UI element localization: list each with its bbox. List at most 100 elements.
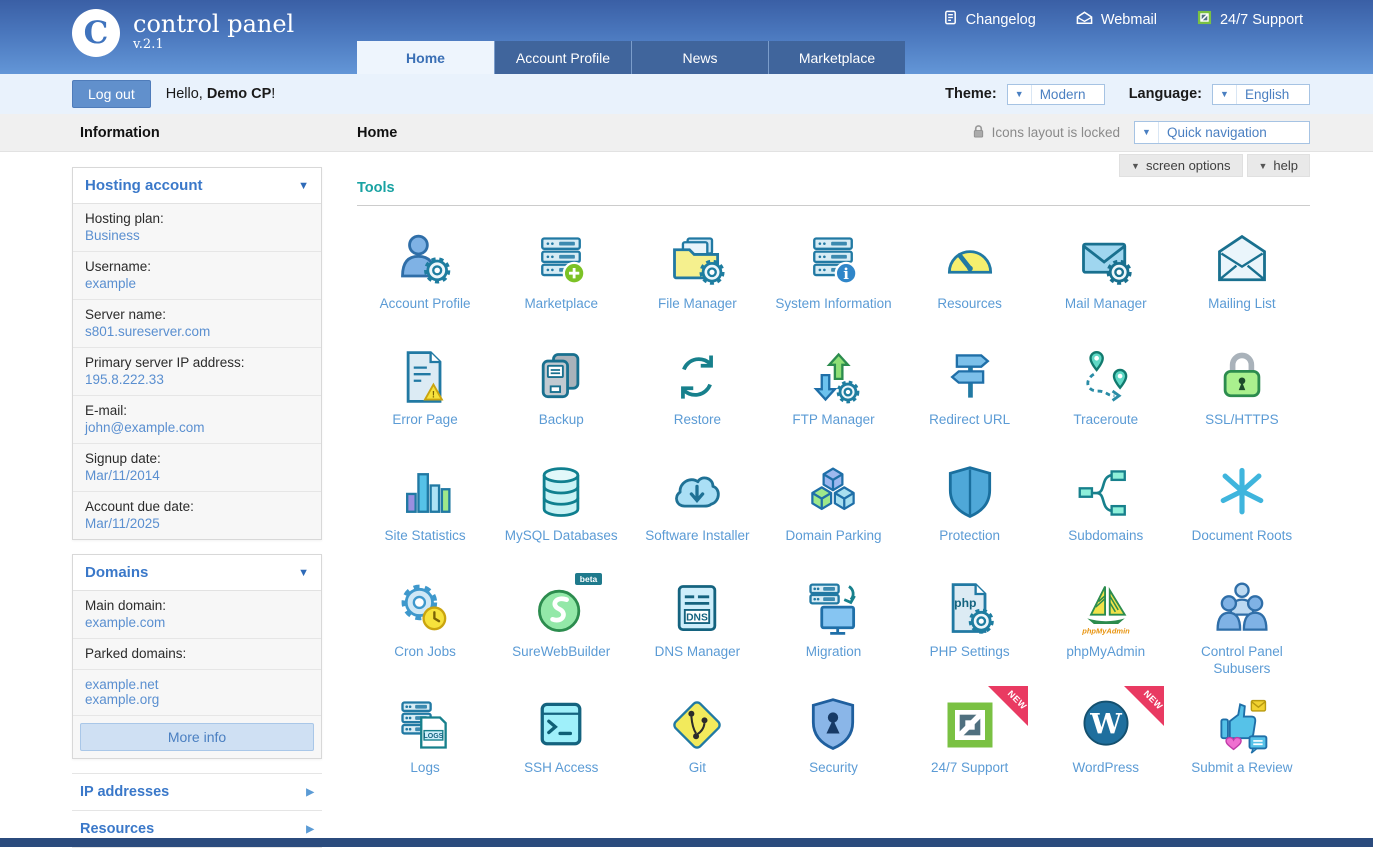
screen-options-button[interactable]: ▼ screen options [1119, 154, 1242, 177]
greeting-suffix: ! [271, 86, 275, 102]
tool-marketplace[interactable]: Marketplace [493, 222, 629, 338]
tool-label: PHP Settings [902, 644, 1038, 661]
logout-button[interactable]: Log out [72, 80, 151, 108]
tool-ssh-access[interactable]: SSH Access [493, 686, 629, 802]
marketplace-icon [529, 228, 593, 294]
field-value: example.net example.org [85, 677, 309, 707]
beta-badge: beta [575, 573, 602, 585]
php-settings-icon: php [938, 576, 1002, 642]
tool-file-manager[interactable]: File Manager [629, 222, 765, 338]
tool-label: Subdomains [1038, 528, 1174, 545]
tool-logs[interactable]: LOGSLogs [357, 686, 493, 802]
tool-cron-jobs[interactable]: Cron Jobs [357, 570, 493, 686]
sidebar-item-ip-addresses[interactable]: IP addresses▶ [72, 773, 322, 811]
tool-subdomains[interactable]: Subdomains [1038, 454, 1174, 570]
tool-label: Submit a Review [1174, 760, 1310, 777]
quick-navigation-value: Quick navigation [1159, 122, 1309, 143]
tool-backup[interactable]: Backup [493, 338, 629, 454]
tool-document-roots[interactable]: Document Roots [1174, 454, 1310, 570]
tool-label: Mail Manager [1038, 296, 1174, 313]
page-title: Home [357, 125, 397, 141]
field-label: Parked domains: [85, 646, 309, 661]
screen-options-label: screen options [1146, 158, 1231, 173]
logo[interactable]: C control panel v.2.1 [72, 9, 294, 57]
tool-migration[interactable]: Migration [765, 570, 901, 686]
tool-error-page[interactable]: !Error Page [357, 338, 493, 454]
tool-domain-parking[interactable]: Domain Parking [765, 454, 901, 570]
tool-resources[interactable]: Resources [902, 222, 1038, 338]
header-link-label: 24/7 Support [1220, 12, 1303, 28]
field-label: Account due date: [85, 499, 309, 514]
icons-locked-text: Icons layout is locked [992, 125, 1120, 140]
tool-mysql-databases[interactable]: MySQL Databases [493, 454, 629, 570]
tool-submit-a-review[interactable]: Submit a Review [1174, 686, 1310, 802]
tool-label: DNS Manager [629, 644, 765, 661]
tool-software-installer[interactable]: Software Installer [629, 454, 765, 570]
tab-account-profile[interactable]: Account Profile [494, 41, 631, 74]
theme-dropdown[interactable]: ▼ Modern [1007, 84, 1105, 105]
tool-ssl-https[interactable]: SSL/HTTPS [1174, 338, 1310, 454]
tool-label: SureWebBuilder [493, 644, 629, 661]
tool-php-settings[interactable]: php PHP Settings [902, 570, 1038, 686]
tool-redirect-url[interactable]: Redirect URL [902, 338, 1038, 454]
tool-security[interactable]: Security [765, 686, 901, 802]
tool-surewebbuilder[interactable]: beta SureWebBuilder [493, 570, 629, 686]
security-icon [801, 692, 865, 758]
tool-mail-manager[interactable]: Mail Manager [1038, 222, 1174, 338]
tool-dns-manager[interactable]: DNSDNS Manager [629, 570, 765, 686]
tool-account-profile[interactable]: Account Profile [357, 222, 493, 338]
logo-text: control panel v.2.1 [133, 9, 294, 52]
header-link-label: Webmail [1101, 12, 1157, 28]
header-link-webmail[interactable]: Webmail [1076, 11, 1157, 29]
tab-home[interactable]: Home [357, 41, 494, 74]
tool-site-statistics[interactable]: Site Statistics [357, 454, 493, 570]
header-link-24-7-support[interactable]: 24/7 Support [1197, 10, 1303, 29]
tool-system-information[interactable]: iSystem Information [765, 222, 901, 338]
tool-24-7-support[interactable]: NEW24/7 Support [902, 686, 1038, 802]
field-value: Mar/11/2025 [85, 516, 309, 531]
panel-header-domains[interactable]: Domains ▼ [73, 555, 321, 591]
panel-header-hosting-account[interactable]: Hosting account▼ [73, 168, 321, 204]
tool-git[interactable]: Git [629, 686, 765, 802]
tool-control-panel-subusers[interactable]: Control Panel Subusers [1174, 570, 1310, 686]
tool-ftp-manager[interactable]: FTP Manager [765, 338, 901, 454]
file-manager-icon [665, 228, 729, 294]
language-dropdown[interactable]: ▼ English [1212, 84, 1310, 105]
tool-label: Traceroute [1038, 412, 1174, 429]
help-button[interactable]: ▼ help [1247, 154, 1311, 177]
more-info-button[interactable]: More info [80, 723, 314, 751]
tool-protection[interactable]: Protection [902, 454, 1038, 570]
field-value: example.com [85, 615, 309, 630]
tool-label: FTP Manager [765, 412, 901, 429]
tab-marketplace[interactable]: Marketplace [768, 41, 905, 74]
field-label: Signup date: [85, 451, 309, 466]
field-value: s801.sureserver.com [85, 324, 309, 339]
tab-news[interactable]: News [631, 41, 768, 74]
panel-field: Main domain:example.com [73, 591, 321, 639]
greeting-name: Demo CP [207, 86, 271, 102]
tool-label: Resources [902, 296, 1038, 313]
chevron-down-icon: ▼ [298, 567, 309, 579]
tool-label: WordPress [1038, 760, 1174, 777]
tool-label: phpMyAdmin [1038, 644, 1174, 661]
chevron-down-icon: ▼ [1008, 85, 1032, 104]
tool-wordpress[interactable]: WNEWWordPress [1038, 686, 1174, 802]
quick-navigation-dropdown[interactable]: ▼ Quick navigation [1134, 121, 1310, 144]
submit-a-review-icon [1210, 692, 1274, 758]
panel-field: Parked domains: [73, 639, 321, 670]
main-content: Tools Account ProfileMarketplaceFile Man… [357, 152, 1310, 802]
panel-title: Domains [85, 564, 148, 581]
tool-mailing-list[interactable]: Mailing List [1174, 222, 1310, 338]
panel-domains: Domains ▼ Main domain:example.com Parked do… [72, 554, 322, 759]
tool-traceroute[interactable]: Traceroute [1038, 338, 1174, 454]
header-links: Changelog Webmail 24/7 Support [943, 10, 1303, 29]
tool-label: SSH Access [493, 760, 629, 777]
field-label: Username: [85, 259, 309, 274]
sidebar-panels: Hosting account▼Hosting plan:BusinessUse… [72, 167, 322, 759]
chevron-down-icon: ▼ [298, 180, 309, 192]
tool-phpmyadmin[interactable]: phpMyAdminphpMyAdmin [1038, 570, 1174, 686]
header-link-changelog[interactable]: Changelog [943, 10, 1036, 29]
tool-label: 24/7 Support [902, 760, 1038, 777]
tool-restore[interactable]: Restore [629, 338, 765, 454]
tool-label: Mailing List [1174, 296, 1310, 313]
